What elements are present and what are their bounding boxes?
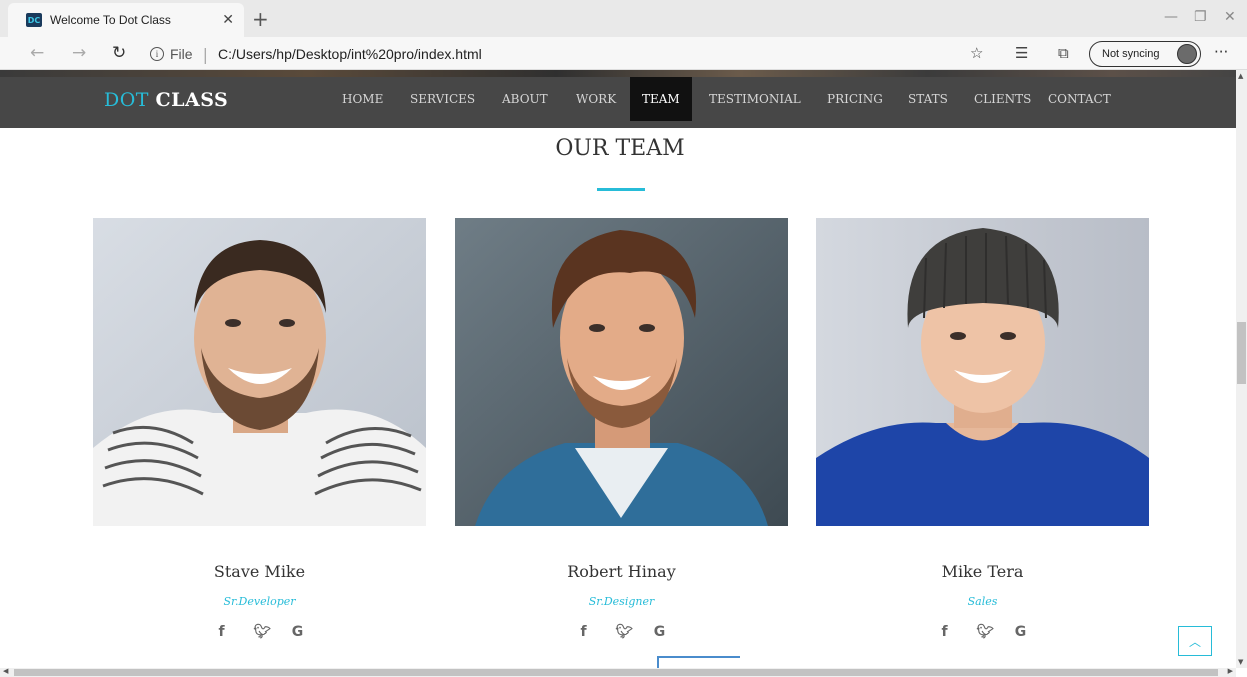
social-links-2: f 🐦︎ G xyxy=(455,624,788,640)
google-icon[interactable]: G xyxy=(292,624,304,640)
social-links-3: f 🐦︎ G xyxy=(816,624,1149,640)
sync-label: Not syncing xyxy=(1102,48,1160,60)
logo-part-class: CLASS xyxy=(155,89,229,111)
sync-button[interactable]: Not syncing xyxy=(1089,41,1201,67)
nav-link-about[interactable]: ABOUT xyxy=(490,70,560,128)
section-title: OUR TEAM xyxy=(555,136,685,161)
twitter-icon[interactable]: 🐦︎ xyxy=(616,624,634,640)
tab-title: Welcome To Dot Class xyxy=(50,13,171,27)
more-menu-icon[interactable]: ··· xyxy=(1214,43,1228,61)
horizontal-scroll-thumb[interactable] xyxy=(14,669,1218,676)
nav-link-work[interactable]: WORK xyxy=(564,70,628,128)
forward-icon[interactable]: → xyxy=(72,43,86,63)
site-navbar: DOT CLASS HOME SERVICES ABOUT WORK TEAM … xyxy=(0,70,1236,128)
google-icon[interactable]: G xyxy=(1015,624,1027,640)
scroll-up-icon[interactable]: ▲ xyxy=(1238,72,1243,80)
url-text[interactable]: C:/Users/hp/Desktop/int%20pro/index.html xyxy=(218,46,482,62)
favorites-list-icon[interactable]: ☰ xyxy=(1015,44,1028,62)
nav-link-clients[interactable]: CLIENTS xyxy=(962,70,1043,128)
facebook-icon[interactable]: f xyxy=(216,624,228,640)
facebook-icon[interactable]: f xyxy=(578,624,590,640)
nav-link-pricing[interactable]: PRICING xyxy=(815,70,895,128)
vertical-scroll-thumb[interactable] xyxy=(1237,322,1246,384)
member-name-3: Mike Tera xyxy=(941,562,1024,581)
horizontal-scrollbar[interactable]: ◀ ▶ xyxy=(0,667,1236,677)
scroll-left-icon[interactable]: ◀ xyxy=(3,667,8,675)
chevron-up-icon: ︿ xyxy=(1188,634,1201,649)
team-photo-2 xyxy=(455,218,788,526)
nav-link-home[interactable]: HOME xyxy=(330,70,395,128)
url-divider: | xyxy=(202,44,208,64)
page-viewport: DOT CLASS HOME SERVICES ABOUT WORK TEAM … xyxy=(0,70,1236,668)
close-window-icon[interactable]: ✕ xyxy=(1224,9,1236,25)
refresh-icon[interactable]: ↻ xyxy=(112,43,126,63)
member-name-1: Stave Mike xyxy=(213,562,306,581)
twitter-icon[interactable]: 🐦︎ xyxy=(977,624,995,640)
back-icon[interactable]: ← xyxy=(30,43,44,63)
url-field[interactable]: i File | C:/Users/hp/Desktop/int%20pro/i… xyxy=(150,42,1005,66)
scroll-down-icon[interactable]: ▼ xyxy=(1238,658,1243,666)
new-tab-icon[interactable]: + xyxy=(252,9,269,29)
team-photo-3 xyxy=(816,218,1149,526)
nav-link-services[interactable]: SERVICES xyxy=(398,70,487,128)
back-to-top-button[interactable]: ︿ xyxy=(1178,626,1212,656)
scroll-right-icon[interactable]: ▶ xyxy=(1228,667,1233,675)
url-scheme: File xyxy=(170,46,193,62)
twitter-icon[interactable]: 🐦︎ xyxy=(254,624,272,640)
browser-tab[interactable]: DC Welcome To Dot Class ✕ xyxy=(8,3,244,37)
nav-link-contact[interactable]: CONTACT xyxy=(1036,70,1123,128)
member-role-2: Sr.Designer xyxy=(588,595,655,608)
minimize-icon[interactable]: — xyxy=(1164,9,1178,25)
address-bar: ← → ↻ i File | C:/Users/hp/Desktop/int%2… xyxy=(0,37,1247,70)
info-icon[interactable]: i xyxy=(150,47,164,61)
favorite-star-icon[interactable]: ☆ xyxy=(970,44,983,62)
decorative-line-vertical xyxy=(657,656,659,668)
collections-icon[interactable]: ⧉ xyxy=(1058,44,1069,62)
decorative-line xyxy=(657,656,740,658)
nav-link-team[interactable]: TEAM xyxy=(630,77,692,121)
facebook-icon[interactable]: f xyxy=(939,624,951,640)
nav-link-stats[interactable]: STATS xyxy=(896,70,960,128)
google-icon[interactable]: G xyxy=(654,624,666,640)
section-title-underline xyxy=(597,188,645,191)
browser-tab-bar: DC Welcome To Dot Class ✕ + — ❐ ✕ xyxy=(0,0,1247,37)
member-role-1: Sr.Developer xyxy=(223,595,296,608)
close-tab-icon[interactable]: ✕ xyxy=(222,12,234,28)
profile-avatar xyxy=(1177,44,1197,64)
favicon-icon: DC xyxy=(26,13,42,27)
member-role-3: Sales xyxy=(967,595,998,608)
social-links-1: f 🐦︎ G xyxy=(93,624,426,640)
vertical-scrollbar[interactable]: ▲ ▼ xyxy=(1236,70,1247,668)
site-logo[interactable]: DOT CLASS xyxy=(104,89,228,111)
team-photo-1 xyxy=(93,218,426,526)
nav-link-testimonial[interactable]: TESTIMONIAL xyxy=(697,70,813,128)
restore-icon[interactable]: ❐ xyxy=(1194,9,1207,25)
member-name-2: Robert Hinay xyxy=(567,562,676,581)
logo-part-dot: DOT xyxy=(104,89,149,111)
